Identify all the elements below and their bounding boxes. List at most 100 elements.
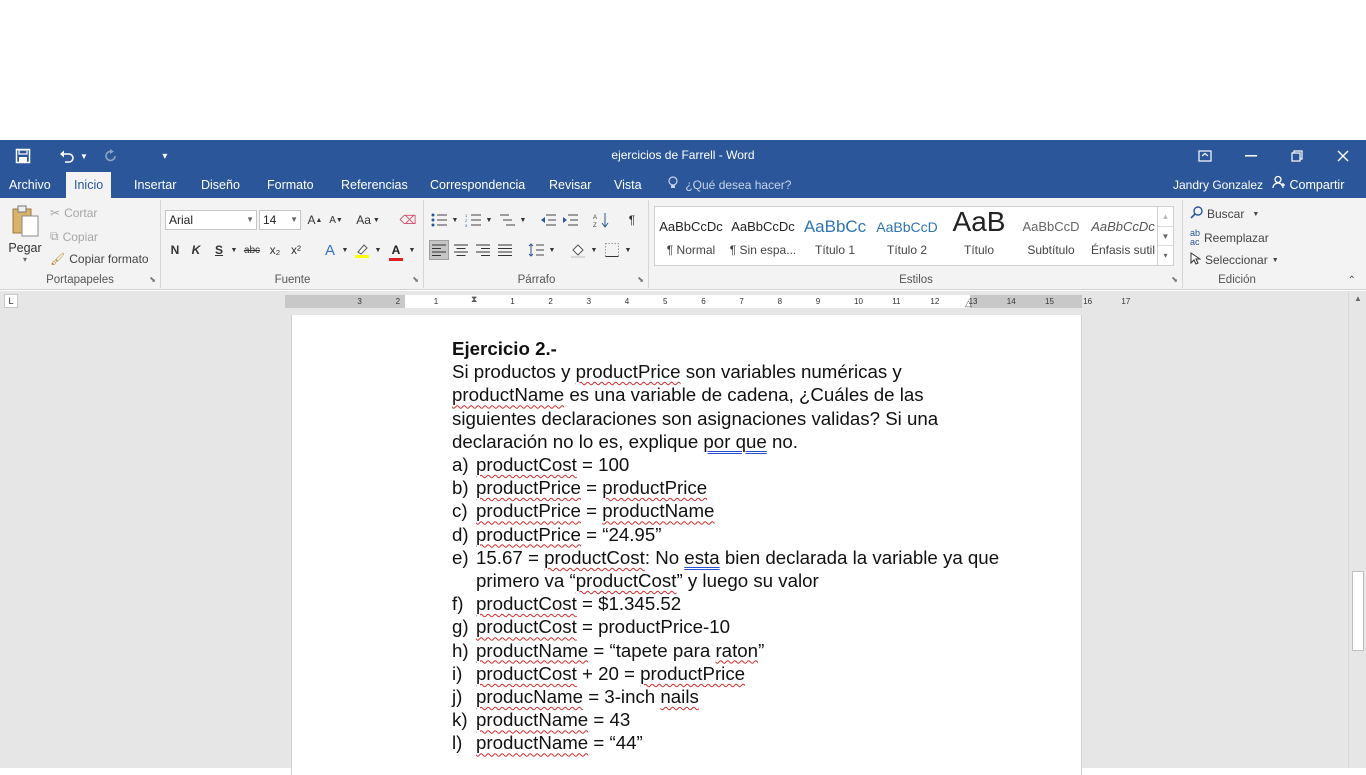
style-heading-2[interactable]: AaBbCcD Título 2 <box>871 207 943 265</box>
list-item-text: productPrice <box>476 500 581 522</box>
document-body[interactable]: Ejercicio 2.- Si productos y productPric… <box>452 337 1012 755</box>
show-formatting-button[interactable]: ¶ <box>622 210 642 230</box>
paste-button[interactable]: Pegar ▾ <box>6 204 44 270</box>
list-item: c) productPrice = productName <box>452 499 1012 522</box>
style-heading-1[interactable]: AaBbCc Título 1 <box>799 207 871 265</box>
chevron-down-icon[interactable]: ▼ <box>513 210 533 230</box>
select-button[interactable]: Seleccionar ▼ <box>1190 252 1279 268</box>
more-styles-icon[interactable]: ▾ <box>1158 245 1173 264</box>
replace-icon: ab ac <box>1190 228 1201 247</box>
increase-indent-icon[interactable] <box>560 210 580 230</box>
tab-inicio[interactable]: Inicio <box>66 172 112 198</box>
close-icon[interactable] <box>1320 140 1366 172</box>
strikethrough-button[interactable]: abc <box>242 240 262 260</box>
tab-vista[interactable]: Vista <box>606 172 650 198</box>
tab-selector[interactable]: L <box>4 294 18 308</box>
shrink-font-button[interactable]: A ▼ <box>326 210 346 230</box>
ruler-number: 14 <box>1006 297 1016 306</box>
find-button[interactable]: Buscar ▼ <box>1190 206 1259 222</box>
font-size-combo[interactable]: 14 ▼ <box>259 210 301 230</box>
tab-correspondencia[interactable]: Correspondencia <box>422 172 533 198</box>
collapse-ribbon-icon[interactable]: ⌃ <box>1348 275 1356 286</box>
format-painter-button[interactable]: 🖌 Copiar formato <box>50 252 149 266</box>
list-item-label: i) <box>452 662 463 684</box>
chevron-down-icon: ▼ <box>1252 210 1260 218</box>
tab-revisar[interactable]: Revisar <box>541 172 599 198</box>
scissors-icon: ✂ <box>50 206 61 220</box>
copy-button[interactable]: ⧉ Copiar <box>50 229 98 244</box>
minimize-icon[interactable] <box>1228 140 1274 172</box>
chevron-down-icon[interactable]: ▼ <box>368 240 388 260</box>
sort-icon[interactable]: AZ <box>591 210 611 230</box>
list-item-text: : No <box>644 546 685 568</box>
chevron-down-icon[interactable]: ▼ <box>479 210 499 230</box>
share-button[interactable]: Compartir <box>1272 172 1344 198</box>
align-left-icon[interactable] <box>429 240 449 260</box>
styles-launcher-icon[interactable]: ⬊ <box>1171 275 1178 284</box>
style-preview: AaBbCcD <box>1022 219 1080 234</box>
document-canvas: Ejercicio 2.- Si productos y productPric… <box>0 313 1348 775</box>
align-right-icon[interactable] <box>473 240 493 260</box>
tab-referencias[interactable]: Referencias <box>333 172 416 198</box>
style-preview: AaBbCcDc <box>1091 219 1155 234</box>
clipboard-launcher-icon[interactable]: ⬊ <box>149 275 156 284</box>
restore-icon[interactable] <box>1274 140 1320 172</box>
underline-dropdown-icon[interactable]: ▼ <box>224 240 244 260</box>
subscript-button[interactable]: x₂ <box>265 240 285 260</box>
tab-formato[interactable]: Formato <box>259 172 322 198</box>
clear-formatting-icon[interactable]: ⌫ <box>398 210 418 230</box>
change-case-button[interactable]: Aa ▼ <box>354 210 382 230</box>
scroll-up-icon[interactable]: ▲ <box>1349 291 1366 307</box>
chevron-down-icon[interactable]: ▼ <box>542 240 562 260</box>
italic-button[interactable]: K <box>186 240 206 260</box>
title-bar: ▼ ▾ ejercicios de Farrell - Word <box>0 140 1366 172</box>
styles-scroll[interactable]: ▲ ▼ ▾ <box>1157 207 1173 265</box>
style-no-spacing[interactable]: AaBbCcDc ¶ Sin espa... <box>727 207 799 265</box>
ribbon-display-options-icon[interactable] <box>1182 140 1228 172</box>
replace-button[interactable]: ab ac Reemplazar <box>1190 229 1269 247</box>
chevron-down-icon[interactable]: ▼ <box>1158 226 1173 245</box>
ruler-number: 13 <box>968 297 978 306</box>
font-name-combo[interactable]: Arial ▼ <box>165 210 257 230</box>
justify-icon[interactable] <box>495 240 515 260</box>
tell-me-search[interactable]: ¿Qué desea hacer? <box>668 172 791 198</box>
ruler-number: 3 <box>586 297 592 306</box>
tab-insertar[interactable]: Insertar <box>126 172 184 198</box>
style-subtle-emphasis[interactable]: AaBbCcDc Énfasis sutil <box>1087 207 1159 265</box>
horizontal-ruler[interactable]: ⧗ △ 3 2 1 1 2 3 4 5 6 7 8 9 10 11 12 13 14 15 16 17 <box>285 294 1130 308</box>
bold-button[interactable]: N <box>165 240 185 260</box>
window-controls <box>1182 140 1366 172</box>
paragraph-launcher-icon[interactable]: ⬊ <box>637 275 644 284</box>
group-styles: AaBbCcDc ¶ Normal AaBbCcDc ¶ Sin espa...… <box>650 200 1183 288</box>
chevron-down-icon[interactable]: ▼ <box>445 210 465 230</box>
list-item: b) productPrice = productPrice <box>452 476 1012 499</box>
font-group-label: Fuente <box>274 274 311 286</box>
font-launcher-icon[interactable]: ⬊ <box>412 275 419 284</box>
align-center-icon[interactable] <box>451 240 471 260</box>
editing-group-label: Edición <box>1218 274 1256 286</box>
vertical-scrollbar[interactable]: ▲ <box>1348 291 1366 768</box>
list-item-label: j) <box>452 686 463 708</box>
grow-font-button[interactable]: A ▲ <box>305 210 325 230</box>
tab-archivo[interactable]: Archivo <box>1 172 59 198</box>
ruler-number: 3 <box>357 297 362 306</box>
chevron-down-icon[interactable]: ▼ <box>584 240 604 260</box>
chevron-down-icon[interactable]: ▼ <box>618 240 638 260</box>
superscript-button[interactable]: x² <box>286 240 306 260</box>
ruler-number: 2 <box>548 297 553 306</box>
document-page[interactable]: Ejercicio 2.- Si productos y productPric… <box>291 315 1082 775</box>
list-item-label: h) <box>452 639 469 661</box>
scroll-thumb[interactable] <box>1352 571 1364 651</box>
chevron-down-icon[interactable]: ▼ <box>402 240 422 260</box>
cut-button[interactable]: ✂ Cortar <box>50 206 97 220</box>
indent-marker-icon[interactable]: ⧗ <box>471 294 477 305</box>
user-name[interactable]: Jandry Gonzalez <box>1173 172 1263 198</box>
style-subtitle[interactable]: AaBbCcD Subtítulo <box>1015 207 1087 265</box>
chevron-up-icon[interactable]: ▲ <box>1158 207 1173 226</box>
tab-diseno[interactable]: Diseño <box>193 172 248 198</box>
style-normal[interactable]: AaBbCcDc ¶ Normal <box>655 207 727 265</box>
decrease-indent-icon[interactable] <box>538 210 558 230</box>
intro-paragraph: Si productos y productPrice son variable… <box>452 361 939 452</box>
style-title[interactable]: AaB Título <box>943 207 1015 265</box>
list-item-text: producName <box>476 686 583 708</box>
